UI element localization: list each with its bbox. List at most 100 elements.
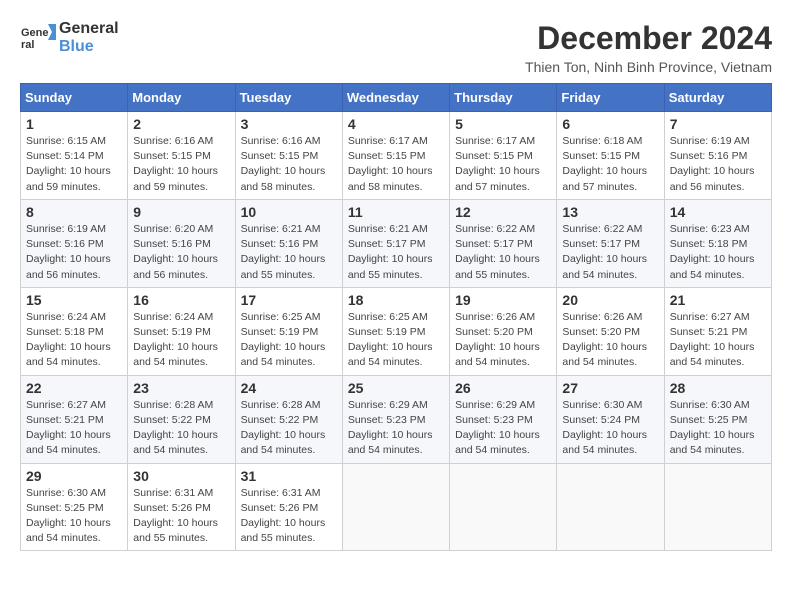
day-number: 8 <box>26 204 122 220</box>
day-number: 13 <box>562 204 658 220</box>
day-number: 21 <box>670 292 766 308</box>
day-info: Sunrise: 6:30 AM Sunset: 5:25 PM Dayligh… <box>26 486 122 547</box>
table-row: 2 Sunrise: 6:16 AM Sunset: 5:15 PM Dayli… <box>128 112 235 200</box>
table-row: 8 Sunrise: 6:19 AM Sunset: 5:16 PM Dayli… <box>21 199 128 287</box>
day-info: Sunrise: 6:15 AM Sunset: 5:14 PM Dayligh… <box>26 134 122 195</box>
table-row <box>342 463 449 551</box>
table-row: 13 Sunrise: 6:22 AM Sunset: 5:17 PM Dayl… <box>557 199 664 287</box>
table-row: 24 Sunrise: 6:28 AM Sunset: 5:22 PM Dayl… <box>235 375 342 463</box>
day-number: 29 <box>26 468 122 484</box>
table-row: 11 Sunrise: 6:21 AM Sunset: 5:17 PM Dayl… <box>342 199 449 287</box>
day-info: Sunrise: 6:19 AM Sunset: 5:16 PM Dayligh… <box>670 134 766 195</box>
day-number: 15 <box>26 292 122 308</box>
day-info: Sunrise: 6:26 AM Sunset: 5:20 PM Dayligh… <box>455 310 551 371</box>
day-number: 14 <box>670 204 766 220</box>
header-thursday: Thursday <box>450 84 557 112</box>
table-row: 5 Sunrise: 6:17 AM Sunset: 5:15 PM Dayli… <box>450 112 557 200</box>
table-row: 21 Sunrise: 6:27 AM Sunset: 5:21 PM Dayl… <box>664 287 771 375</box>
svg-text:ral: ral <box>21 39 34 51</box>
day-info: Sunrise: 6:22 AM Sunset: 5:17 PM Dayligh… <box>455 222 551 283</box>
day-number: 2 <box>133 116 229 132</box>
svg-text:Gene: Gene <box>21 27 49 39</box>
day-number: 12 <box>455 204 551 220</box>
page-header: Gene ral General Blue December 2024 Thie… <box>20 20 772 75</box>
day-info: Sunrise: 6:24 AM Sunset: 5:18 PM Dayligh… <box>26 310 122 371</box>
day-info: Sunrise: 6:25 AM Sunset: 5:19 PM Dayligh… <box>241 310 337 371</box>
table-row: 15 Sunrise: 6:24 AM Sunset: 5:18 PM Dayl… <box>21 287 128 375</box>
day-number: 11 <box>348 204 444 220</box>
calendar-table: Sunday Monday Tuesday Wednesday Thursday… <box>20 83 772 551</box>
day-info: Sunrise: 6:31 AM Sunset: 5:26 PM Dayligh… <box>133 486 229 547</box>
day-number: 3 <box>241 116 337 132</box>
day-info: Sunrise: 6:30 AM Sunset: 5:24 PM Dayligh… <box>562 398 658 459</box>
logo-icon: Gene ral <box>20 20 56 56</box>
day-number: 24 <box>241 380 337 396</box>
day-info: Sunrise: 6:28 AM Sunset: 5:22 PM Dayligh… <box>133 398 229 459</box>
header-wednesday: Wednesday <box>342 84 449 112</box>
day-info: Sunrise: 6:16 AM Sunset: 5:15 PM Dayligh… <box>133 134 229 195</box>
day-info: Sunrise: 6:16 AM Sunset: 5:15 PM Dayligh… <box>241 134 337 195</box>
header-friday: Friday <box>557 84 664 112</box>
table-row: 28 Sunrise: 6:30 AM Sunset: 5:25 PM Dayl… <box>664 375 771 463</box>
table-row: 23 Sunrise: 6:28 AM Sunset: 5:22 PM Dayl… <box>128 375 235 463</box>
day-number: 22 <box>26 380 122 396</box>
day-info: Sunrise: 6:22 AM Sunset: 5:17 PM Dayligh… <box>562 222 658 283</box>
calendar-week-2: 8 Sunrise: 6:19 AM Sunset: 5:16 PM Dayli… <box>21 199 772 287</box>
day-info: Sunrise: 6:20 AM Sunset: 5:16 PM Dayligh… <box>133 222 229 283</box>
logo-label-general: General <box>59 20 119 38</box>
day-number: 30 <box>133 468 229 484</box>
day-number: 31 <box>241 468 337 484</box>
day-number: 19 <box>455 292 551 308</box>
day-number: 16 <box>133 292 229 308</box>
day-number: 5 <box>455 116 551 132</box>
table-row: 31 Sunrise: 6:31 AM Sunset: 5:26 PM Dayl… <box>235 463 342 551</box>
day-number: 23 <box>133 380 229 396</box>
month-title: December 2024 <box>525 20 772 57</box>
table-row: 17 Sunrise: 6:25 AM Sunset: 5:19 PM Dayl… <box>235 287 342 375</box>
calendar-week-3: 15 Sunrise: 6:24 AM Sunset: 5:18 PM Dayl… <box>21 287 772 375</box>
calendar-week-4: 22 Sunrise: 6:27 AM Sunset: 5:21 PM Dayl… <box>21 375 772 463</box>
day-info: Sunrise: 6:27 AM Sunset: 5:21 PM Dayligh… <box>670 310 766 371</box>
table-row: 6 Sunrise: 6:18 AM Sunset: 5:15 PM Dayli… <box>557 112 664 200</box>
header-tuesday: Tuesday <box>235 84 342 112</box>
table-row: 18 Sunrise: 6:25 AM Sunset: 5:19 PM Dayl… <box>342 287 449 375</box>
table-row: 19 Sunrise: 6:26 AM Sunset: 5:20 PM Dayl… <box>450 287 557 375</box>
day-number: 10 <box>241 204 337 220</box>
table-row: 1 Sunrise: 6:15 AM Sunset: 5:14 PM Dayli… <box>21 112 128 200</box>
day-number: 25 <box>348 380 444 396</box>
header-saturday: Saturday <box>664 84 771 112</box>
day-number: 18 <box>348 292 444 308</box>
day-info: Sunrise: 6:18 AM Sunset: 5:15 PM Dayligh… <box>562 134 658 195</box>
day-info: Sunrise: 6:28 AM Sunset: 5:22 PM Dayligh… <box>241 398 337 459</box>
day-number: 6 <box>562 116 658 132</box>
day-info: Sunrise: 6:17 AM Sunset: 5:15 PM Dayligh… <box>348 134 444 195</box>
day-info: Sunrise: 6:29 AM Sunset: 5:23 PM Dayligh… <box>348 398 444 459</box>
table-row: 14 Sunrise: 6:23 AM Sunset: 5:18 PM Dayl… <box>664 199 771 287</box>
table-row: 9 Sunrise: 6:20 AM Sunset: 5:16 PM Dayli… <box>128 199 235 287</box>
day-info: Sunrise: 6:23 AM Sunset: 5:18 PM Dayligh… <box>670 222 766 283</box>
day-number: 20 <box>562 292 658 308</box>
table-row: 27 Sunrise: 6:30 AM Sunset: 5:24 PM Dayl… <box>557 375 664 463</box>
table-row <box>664 463 771 551</box>
table-row: 16 Sunrise: 6:24 AM Sunset: 5:19 PM Dayl… <box>128 287 235 375</box>
table-row: 10 Sunrise: 6:21 AM Sunset: 5:16 PM Dayl… <box>235 199 342 287</box>
day-info: Sunrise: 6:21 AM Sunset: 5:17 PM Dayligh… <box>348 222 444 283</box>
day-info: Sunrise: 6:25 AM Sunset: 5:19 PM Dayligh… <box>348 310 444 371</box>
day-number: 1 <box>26 116 122 132</box>
table-row: 7 Sunrise: 6:19 AM Sunset: 5:16 PM Dayli… <box>664 112 771 200</box>
calendar-week-1: 1 Sunrise: 6:15 AM Sunset: 5:14 PM Dayli… <box>21 112 772 200</box>
table-row: 3 Sunrise: 6:16 AM Sunset: 5:15 PM Dayli… <box>235 112 342 200</box>
logo: Gene ral General Blue <box>20 20 119 56</box>
table-row: 25 Sunrise: 6:29 AM Sunset: 5:23 PM Dayl… <box>342 375 449 463</box>
day-info: Sunrise: 6:31 AM Sunset: 5:26 PM Dayligh… <box>241 486 337 547</box>
day-number: 17 <box>241 292 337 308</box>
table-row: 12 Sunrise: 6:22 AM Sunset: 5:17 PM Dayl… <box>450 199 557 287</box>
table-row: 4 Sunrise: 6:17 AM Sunset: 5:15 PM Dayli… <box>342 112 449 200</box>
title-section: December 2024 Thien Ton, Ninh Binh Provi… <box>525 20 772 75</box>
day-number: 27 <box>562 380 658 396</box>
calendar-header-row: Sunday Monday Tuesday Wednesday Thursday… <box>21 84 772 112</box>
day-number: 4 <box>348 116 444 132</box>
day-number: 28 <box>670 380 766 396</box>
day-number: 26 <box>455 380 551 396</box>
day-info: Sunrise: 6:30 AM Sunset: 5:25 PM Dayligh… <box>670 398 766 459</box>
